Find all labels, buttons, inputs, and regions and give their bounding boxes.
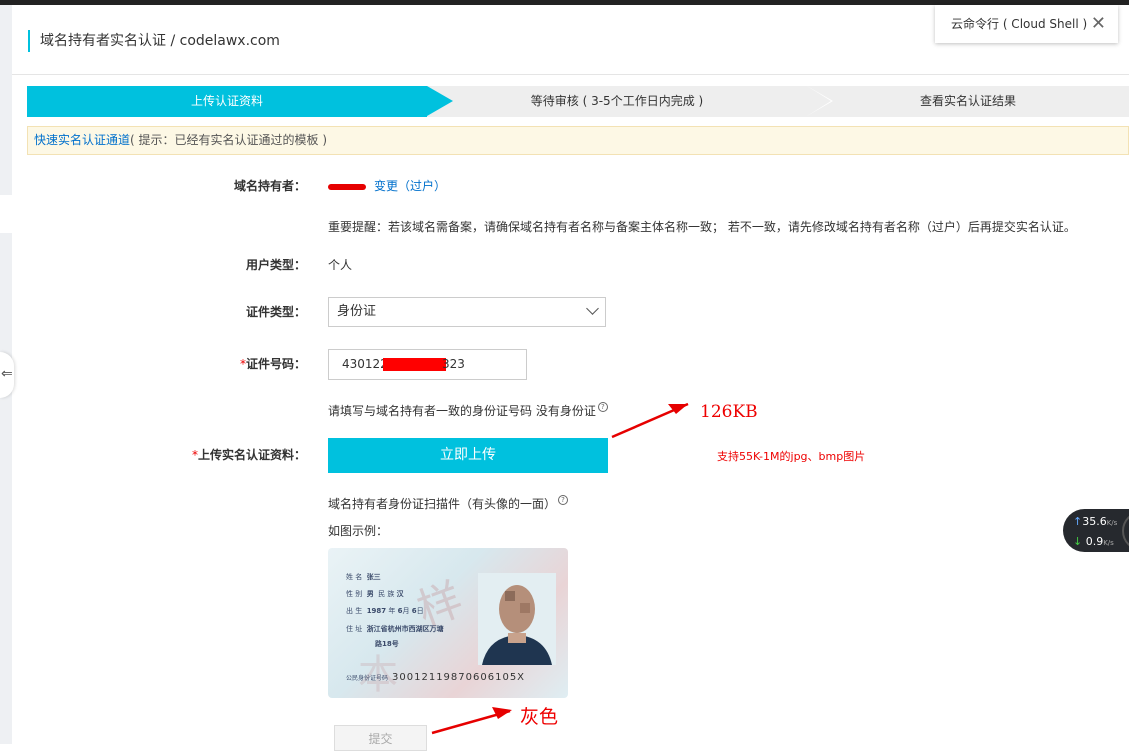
menu-collapse-icon[interactable]: ⇐ [1, 366, 13, 382]
help-icon[interactable]: ? [597, 402, 608, 412]
cert-type-selected: 身份证 [337, 304, 377, 319]
help-icon[interactable]: ? [558, 495, 569, 505]
redacted-cert-no [383, 358, 446, 371]
blurred-portrait-icon [478, 573, 556, 665]
submit-button[interactable]: 提交 [334, 725, 427, 751]
cert-no-input[interactable]: 430122 323 [328, 349, 527, 380]
network-speed-widget[interactable]: ↑35.6K/s ↓ 0.9K/s [1063, 509, 1129, 552]
redacted-holder-name [328, 183, 366, 190]
support-annotation: 支持55K-1M的jpg、bmp图片 [717, 450, 866, 463]
download-speed: ↓ 0.9K/s [1073, 535, 1114, 548]
cloud-shell-label[interactable]: 云命令行 ( Cloud Shell ) [951, 5, 1087, 43]
example-label: 如图示例： [328, 524, 389, 538]
quick-verify-hint: ( 提示：已经有实名认证通过的模板 ) [130, 133, 328, 147]
holder-label: 域名持有者： [233, 179, 306, 193]
upload-button[interactable]: 立即上传 [328, 438, 608, 473]
id-card-number: 公民身份证号码 30012119870606105X [346, 672, 526, 683]
cert-type-label: 证件类型： [245, 305, 306, 319]
speed-ring-icon [1122, 511, 1129, 551]
holder-value: 变更（过户） [328, 177, 446, 194]
cert-no-prefix: 430122 [342, 357, 388, 371]
step-upload: 上传认证资料 [27, 86, 427, 117]
id-card-sample-image: 样 本 姓 名 张三 性 别 男 民 族 汉 出 生 1987 年 6月 6日 … [328, 548, 568, 698]
change-holder-link[interactable]: 变更（过户） [374, 179, 446, 193]
step-active-arrow [427, 86, 453, 116]
quick-verify-tip: 快速实名认证通道( 提示：已经有实名认证通过的模板 ) [27, 126, 1129, 155]
chevron-down-icon [586, 302, 599, 315]
user-type-label: 用户类型： [245, 258, 306, 272]
important-notice: 重要提醒：若该域名需备案，请确保域名持有者名称与备案主体名称一致； 若不一致，请… [328, 220, 1076, 234]
upload-speed: ↑35.6K/s [1073, 515, 1118, 528]
header-divider [12, 74, 1129, 75]
cert-type-select[interactable]: 身份证 [328, 297, 606, 327]
scan-note: 域名持有者身份证扫描件（有头像的一面）? [328, 495, 569, 512]
cert-no-suffix: 323 [442, 357, 465, 371]
size-annotation: 126KB [700, 402, 758, 422]
left-sidebar-gap [0, 195, 12, 233]
cloud-shell-panel[interactable]: 云命令行 ( Cloud Shell ) ✕ [935, 5, 1118, 43]
sidebar-toggle[interactable]: ⇐ [0, 352, 14, 398]
cert-no-help: 请填写与域名持有者一致的身份证号码 没有身份证? [328, 402, 608, 419]
step-waiting-review: 等待审核 ( 3-5个工作日内完成 ) [427, 86, 807, 117]
page-title: 域名持有者实名认证 / codelawx.com [28, 30, 280, 52]
step-view-result: 查看实名认证结果 [807, 86, 1129, 117]
close-icon[interactable]: ✕ [1091, 5, 1106, 43]
user-type-value: 个人 [328, 258, 353, 272]
grey-annotation: 灰色 [520, 706, 559, 728]
cert-no-label: *证件号码： [239, 357, 306, 371]
quick-verify-link[interactable]: 快速实名认证通道 [34, 133, 130, 147]
upload-label: *上传实名认证资料： [191, 448, 306, 462]
step-separator-inner [807, 86, 831, 116]
progress-steps: 等待审核 ( 3-5个工作日内完成 ) 查看实名认证结果 上传认证资料 [27, 86, 1129, 117]
